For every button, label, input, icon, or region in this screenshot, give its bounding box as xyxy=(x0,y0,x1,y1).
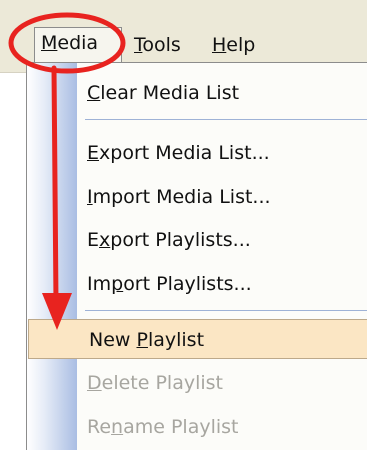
menu-tools[interactable]: Tools xyxy=(128,30,187,60)
menu-item-export-playlists[interactable]: Export Playlists... xyxy=(27,220,367,260)
menu-item-export-media-list[interactable]: Export Media List... xyxy=(27,133,367,173)
menu-help-label: elp xyxy=(226,34,256,56)
menu-item-text: laylist xyxy=(147,329,205,351)
menu-item-accel: C xyxy=(87,82,101,104)
menu-item-accel: E xyxy=(87,142,100,164)
menu-tools-label: ools xyxy=(142,34,181,56)
menu-item-text: mport Media List... xyxy=(92,186,271,208)
menu-item-accel: n xyxy=(111,416,124,438)
menu-item-delete-playlist[interactable]: Delete Playlist xyxy=(27,363,367,403)
menu-item-rename-playlist[interactable]: Rename Playlist xyxy=(27,407,367,447)
menu-item-accel: p xyxy=(111,273,124,295)
menu-item-accel: P xyxy=(136,329,148,351)
media-dropdown-menu: Clear Media List Export Media List... Im… xyxy=(26,62,367,450)
menu-item-text: lear Media List xyxy=(100,82,240,104)
menu-item-text: E xyxy=(87,229,100,251)
menu-media-label: edia xyxy=(57,32,99,54)
menu-separator xyxy=(85,119,367,120)
menu-item-text: New xyxy=(89,329,137,351)
menu-help-accel: H xyxy=(212,34,227,56)
menu-item-text: port Playlists... xyxy=(110,229,251,251)
menu-item-text: Re xyxy=(87,416,112,438)
menu-item-accel: x xyxy=(99,229,111,251)
menu-item-import-media-list[interactable]: Import Media List... xyxy=(27,177,367,217)
menu-separator xyxy=(85,310,367,311)
menu-help[interactable]: Help xyxy=(206,30,261,60)
menu-item-import-playlists[interactable]: Import Playlists... xyxy=(27,264,367,304)
app-screen: Media Tools Help Clear Media List Export… xyxy=(0,0,367,450)
menu-item-text: elete Playlist xyxy=(101,372,224,394)
menu-item-text: Im xyxy=(87,273,112,295)
menu-item-text: ame Playlist xyxy=(123,416,239,438)
menu-item-clear-media-list[interactable]: Clear Media List xyxy=(27,73,367,113)
menu-media-accel: M xyxy=(41,32,58,54)
menu-media[interactable]: Media xyxy=(34,27,122,62)
menu-item-new-playlist[interactable]: New Playlist xyxy=(28,319,367,359)
menu-item-text: ort Playlists... xyxy=(123,273,252,295)
menu-item-accel: D xyxy=(87,372,102,394)
menu-item-text: xport Media List... xyxy=(99,142,270,164)
